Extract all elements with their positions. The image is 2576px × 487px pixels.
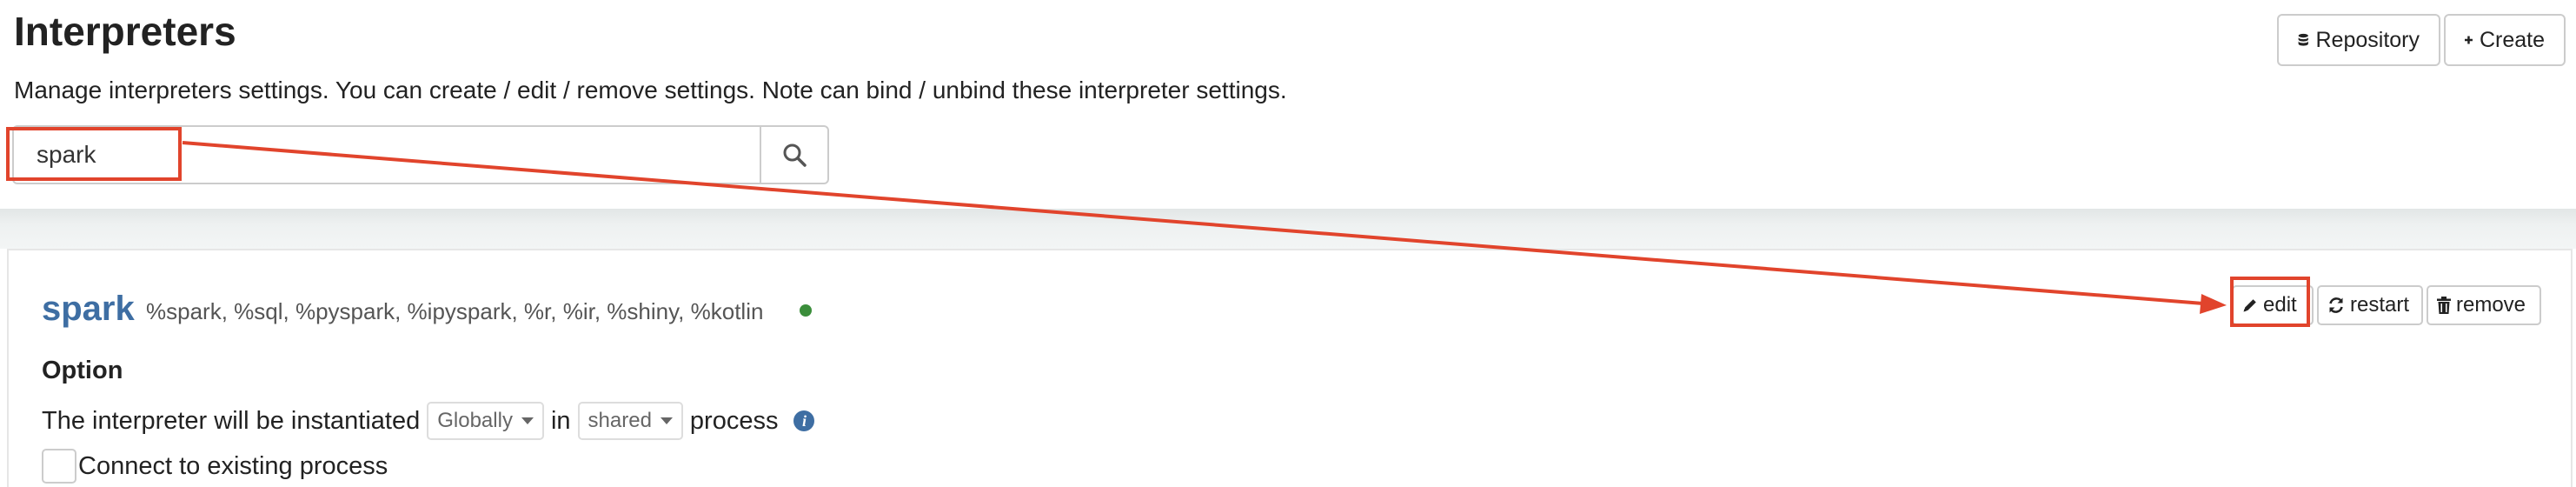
option-heading: Option <box>42 357 123 384</box>
restart-button[interactable]: restart <box>2317 285 2423 325</box>
search-group <box>12 125 829 184</box>
chevron-down-icon <box>660 417 673 424</box>
interpreter-name[interactable]: spark <box>42 287 135 330</box>
process-text: process <box>689 406 779 435</box>
info-icon[interactable]: i <box>793 410 815 431</box>
instantiation-row: The interpreter will be instantiated Glo… <box>42 402 815 440</box>
connect-label: Connect to existing process <box>78 451 388 480</box>
repository-button[interactable]: Repository <box>2277 14 2440 66</box>
in-text: in <box>550 406 571 435</box>
scope-select[interactable]: Globally <box>427 402 544 440</box>
chevron-down-icon <box>521 417 534 424</box>
mode-select-value: shared <box>588 409 652 432</box>
search-input[interactable] <box>12 125 761 184</box>
page-title: Interpreters <box>14 9 236 54</box>
page-header: Interpreters Manage interpreters setting… <box>0 0 2576 209</box>
status-indicator <box>800 304 812 317</box>
create-label: Create <box>2479 27 2545 52</box>
restart-label: restart <box>2350 293 2410 317</box>
repository-label: Repository <box>2315 27 2420 52</box>
connect-row: Connect to existing process <box>42 447 388 485</box>
search-button[interactable] <box>760 125 829 184</box>
database-icon <box>2298 33 2308 46</box>
search-icon <box>783 143 807 167</box>
interpreter-bindings: %spark, %sql, %pyspark, %ipyspark, %r, %… <box>146 298 764 324</box>
header-separator <box>0 209 2576 249</box>
page-description: Manage interpreters settings. You can cr… <box>14 77 1287 103</box>
create-button[interactable]: Create <box>2444 14 2566 66</box>
interpreter-card: spark %spark, %sql, %pyspark, %ipyspark,… <box>7 249 2573 487</box>
plus-icon <box>2465 36 2473 44</box>
pencil-icon <box>2243 299 2256 312</box>
edit-button[interactable]: edit <box>2232 285 2314 325</box>
mode-select[interactable]: shared <box>577 402 683 440</box>
edit-label: edit <box>2263 293 2297 317</box>
scope-select-value: Globally <box>437 409 513 432</box>
instantiated-text: The interpreter will be instantiated <box>42 406 421 435</box>
connect-checkbox[interactable] <box>42 449 76 484</box>
remove-button[interactable]: remove <box>2427 285 2541 325</box>
refresh-icon <box>2329 297 2343 313</box>
remove-label: remove <box>2456 293 2526 317</box>
trash-icon <box>2437 297 2451 314</box>
